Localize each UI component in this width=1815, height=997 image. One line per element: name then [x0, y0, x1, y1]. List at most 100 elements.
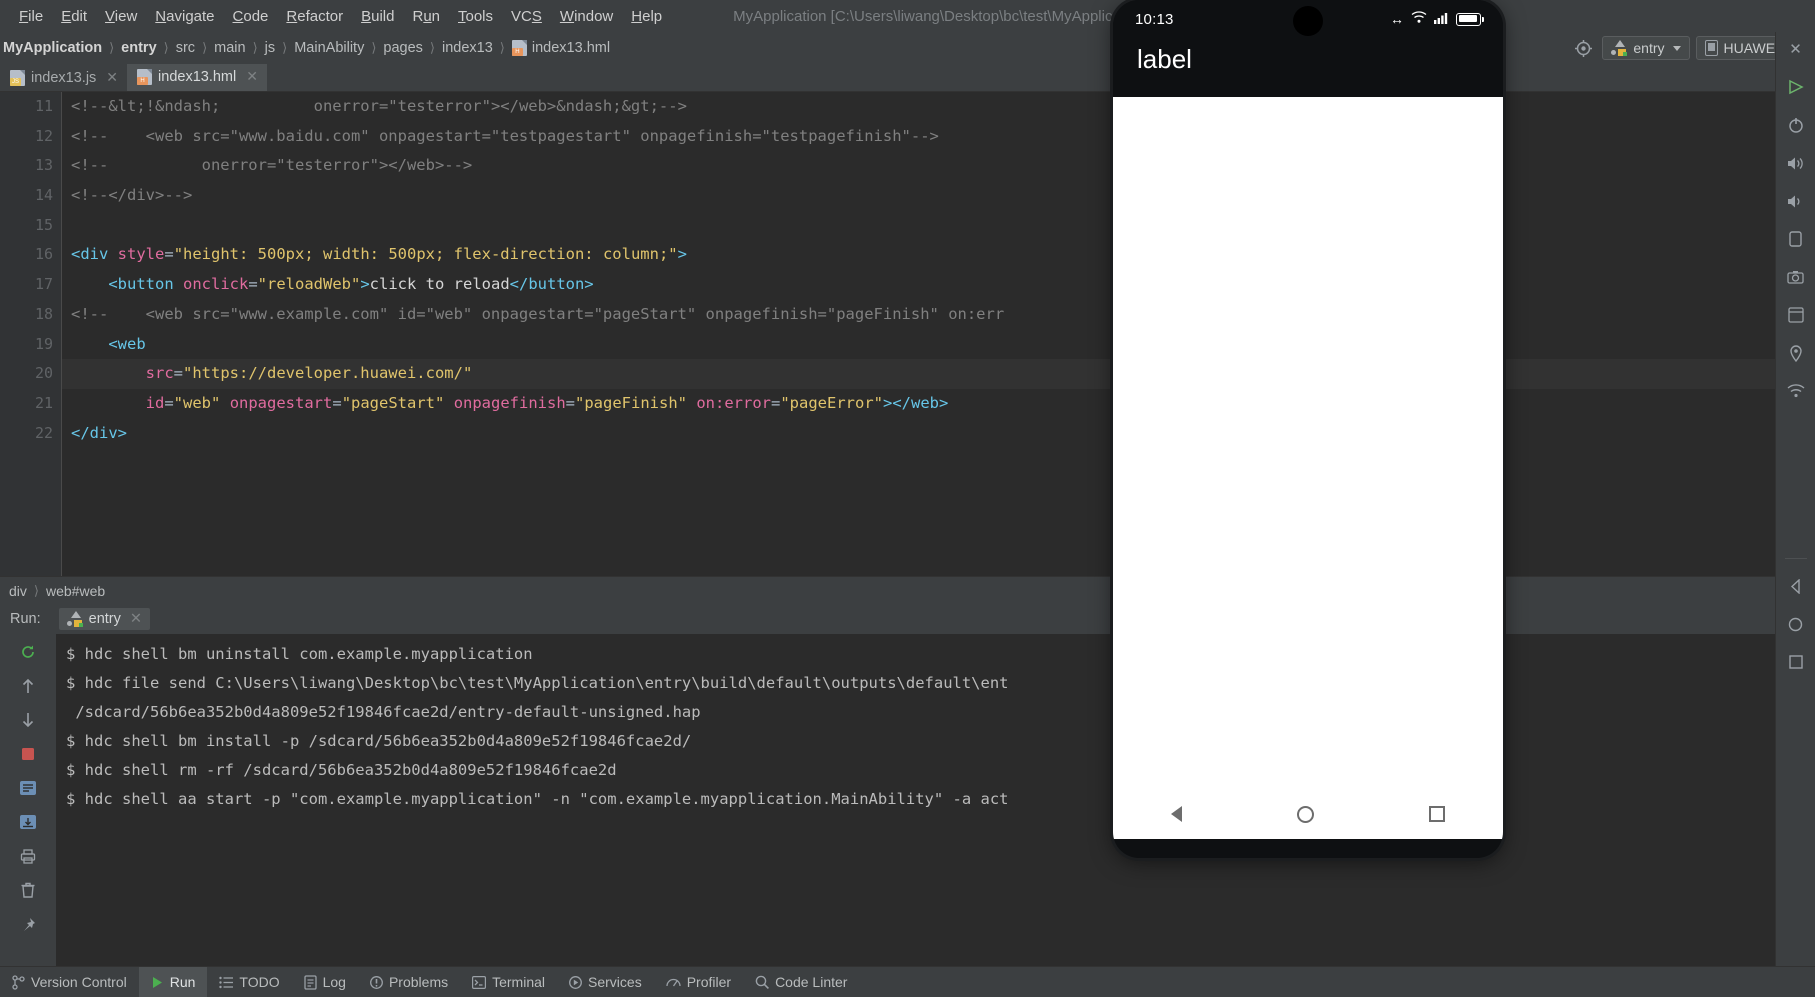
menu-run[interactable]: Run: [403, 6, 449, 27]
code-line[interactable]: <!--</div>-->: [62, 181, 1815, 211]
tab-index13-hml[interactable]: H index13.hml ✕: [127, 64, 267, 91]
breadcrumb-item-4[interactable]: js: [262, 39, 278, 57]
breadcrumb-item-3[interactable]: main: [211, 39, 248, 57]
status-bar-item-todo[interactable]: TODO: [207, 967, 291, 997]
status-bar-item-profiler[interactable]: Profiler: [654, 967, 743, 997]
recent-icon[interactable]: [1783, 651, 1809, 673]
code-token: "web": [173, 393, 221, 412]
status-bar-item-run[interactable]: Run: [138, 966, 208, 997]
breadcrumb-sep: ⟩: [499, 40, 505, 55]
run-configuration-selector[interactable]: entry: [1602, 36, 1690, 60]
ide-window: File Edit View Navigate Code Refactor Bu…: [0, 0, 1815, 997]
run-panel-toolbar: [0, 634, 56, 966]
status-bar-item-code-linter[interactable]: Code Linter: [743, 967, 859, 997]
previewer-icon[interactable]: [1783, 76, 1809, 98]
code-line[interactable]: <!-- <web src="www.example.com" id="web"…: [62, 300, 1815, 330]
back-icon[interactable]: [1170, 806, 1182, 822]
target-icon[interactable]: [1570, 36, 1596, 60]
volume-up-icon[interactable]: [1783, 152, 1809, 174]
code-line[interactable]: <button onclick="reloadWeb">click to rel…: [62, 270, 1815, 300]
stop-icon[interactable]: [15, 742, 41, 766]
element-breadcrumb-div[interactable]: div: [6, 582, 30, 600]
tab-index13-js[interactable]: JS index13.js ✕: [0, 64, 128, 91]
code-line[interactable]: <web: [62, 330, 1815, 360]
code-token: <!-- onerror="testerror"></web>-->: [71, 156, 473, 175]
rerun-icon[interactable]: [15, 640, 41, 664]
pin-icon[interactable]: [15, 912, 41, 936]
element-breadcrumb-web[interactable]: web#web: [43, 582, 108, 600]
breadcrumb-file[interactable]: H index13.hml: [509, 39, 613, 57]
menu-build[interactable]: Build: [352, 6, 403, 27]
code-line[interactable]: id="web" onpagestart="pageStart" onpagef…: [62, 389, 1815, 419]
menu-tools[interactable]: Tools: [449, 6, 502, 27]
device-previewer[interactable]: 10:13 ↔ label: [1113, 0, 1503, 858]
soft-wrap-icon[interactable]: [15, 776, 41, 800]
phone-app-label: label: [1113, 38, 1503, 97]
status-bar-item-terminal[interactable]: Terminal: [460, 967, 557, 997]
menu-navigate[interactable]: Navigate: [146, 6, 223, 27]
breadcrumb-item-7[interactable]: index13: [439, 39, 496, 57]
menu-edit[interactable]: Edit: [52, 6, 96, 27]
services-icon: [569, 975, 582, 989]
code-line[interactable]: src="https://developer.huawei.com/": [62, 359, 1815, 389]
breadcrumb-item-0[interactable]: MyApplication: [0, 39, 105, 57]
status-bar-item-version-control[interactable]: Version Control: [0, 967, 139, 997]
code-line[interactable]: <!-- onerror="testerror"></web>-->: [62, 151, 1815, 181]
scroll-down-icon[interactable]: [15, 708, 41, 732]
breadcrumb-item-1[interactable]: entry: [118, 39, 159, 57]
rotate-icon[interactable]: [1783, 228, 1809, 250]
menu-window[interactable]: Window: [551, 6, 622, 27]
code-token: <!-- <web src="www.example.com" id="web"…: [71, 304, 1005, 323]
code-line[interactable]: <div style="height: 500px; width: 500px;…: [62, 240, 1815, 270]
location-icon[interactable]: [1783, 342, 1809, 364]
scroll-up-icon[interactable]: [15, 674, 41, 698]
menu-refactor[interactable]: Refactor: [277, 6, 352, 27]
code-line[interactable]: [62, 211, 1815, 241]
volume-down-icon[interactable]: [1783, 190, 1809, 212]
code-editor[interactable]: 11 12 13 14 15 16 17 18 19 20 21 22 <!--&lt;!&ndash…: [0, 92, 1815, 576]
resize-icon[interactable]: [1783, 304, 1809, 326]
phone-webview-content[interactable]: [1113, 97, 1503, 789]
code-token: id: [145, 393, 165, 412]
menu-help[interactable]: Help: [622, 6, 671, 27]
run-tab-entry[interactable]: entry ✕: [58, 608, 151, 630]
close-icon[interactable]: ✕: [130, 611, 142, 627]
console-line: $ hdc file send C:\Users\liwang\Desktop\…: [66, 674, 1009, 692]
scroll-to-end-icon[interactable]: [15, 810, 41, 834]
close-icon[interactable]: ✕: [1783, 38, 1809, 60]
menu-vcs[interactable]: VCS: [502, 6, 551, 27]
breadcrumb-item-6[interactable]: pages: [380, 39, 426, 57]
status-bar-item-problems[interactable]: Problems: [358, 967, 460, 997]
code-token: <!--</div>-->: [71, 186, 193, 205]
code-text-area[interactable]: <!--&lt;!&ndash; onerror="testerror"></w…: [62, 92, 1815, 576]
breadcrumb-item-5[interactable]: MainAbility: [291, 39, 367, 57]
screenshot-icon[interactable]: [1783, 266, 1809, 288]
menu-file[interactable]: File: [10, 6, 52, 27]
trash-icon[interactable]: [15, 878, 41, 902]
menu-code[interactable]: Code: [224, 6, 278, 27]
back-icon[interactable]: [1783, 575, 1809, 597]
recent-icon[interactable]: [1429, 806, 1446, 822]
breadcrumb-sep: ⟩: [163, 40, 169, 55]
print-icon[interactable]: [15, 844, 41, 868]
power-icon[interactable]: [1783, 114, 1809, 136]
close-icon[interactable]: ✕: [106, 69, 118, 86]
wifi-icon[interactable]: [1783, 380, 1809, 402]
breadcrumb-item-2[interactable]: src: [173, 39, 198, 57]
close-icon[interactable]: ✕: [246, 68, 258, 85]
status-bar-item-log[interactable]: Log: [292, 967, 358, 997]
code-line[interactable]: <!-- <web src="www.baidu.com" onpagestar…: [62, 122, 1815, 152]
breadcrumb-sep: ⟩: [252, 40, 258, 55]
home-icon[interactable]: [1296, 805, 1314, 823]
line-number: 20: [34, 364, 53, 383]
menu-view[interactable]: View: [96, 6, 146, 27]
line-number: 22: [34, 423, 53, 442]
status-bar-item-label: Profiler: [686, 974, 732, 990]
home-icon[interactable]: [1783, 613, 1809, 635]
code-line[interactable]: <!--&lt;!&ndash; onerror="testerror"></w…: [62, 92, 1815, 122]
code-token: src: [145, 364, 174, 383]
status-bar-item-services[interactable]: Services: [557, 967, 654, 997]
console-output[interactable]: $ hdc shell bm uninstall com.example.mya…: [56, 634, 1785, 966]
code-line[interactable]: </div>: [62, 419, 1815, 449]
